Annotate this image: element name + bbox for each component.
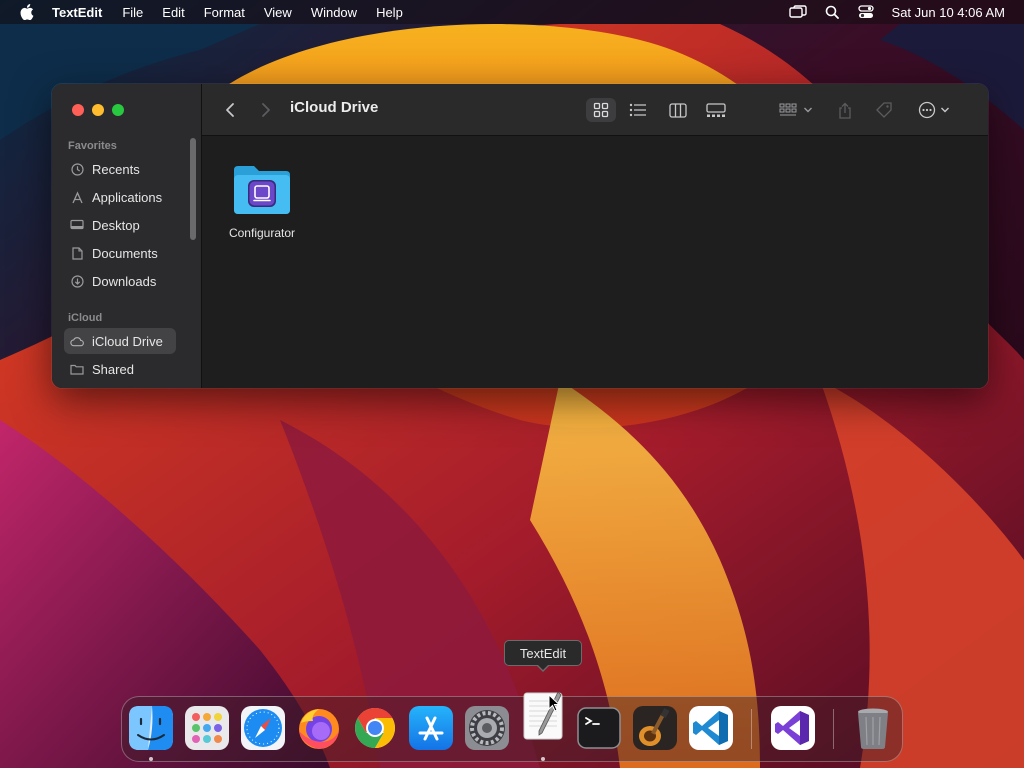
tooltip-arrow-fill	[537, 664, 549, 670]
file-label: Configurator	[228, 226, 296, 240]
dock-app-store-icon[interactable]	[408, 705, 454, 751]
window-title: iCloud Drive	[290, 99, 379, 116]
window-controls	[72, 104, 132, 116]
dock-firefox-icon[interactable]	[296, 705, 342, 751]
chevron-down-icon	[941, 107, 949, 113]
menu-window[interactable]: Window	[311, 5, 357, 20]
screen-mirroring-icon[interactable]	[788, 4, 808, 20]
close-window-button[interactable]	[72, 104, 84, 116]
back-button[interactable]	[220, 98, 240, 122]
menu-bar: TextEdit File Edit Format View Window He…	[0, 0, 1024, 24]
ellipsis-circle-icon	[918, 101, 936, 119]
dock-separator	[833, 709, 834, 749]
list-view-button[interactable]	[624, 98, 652, 122]
document-icon	[70, 246, 84, 260]
menu-format[interactable]: Format	[204, 5, 245, 20]
dock	[121, 691, 903, 762]
download-icon	[70, 274, 84, 288]
menu-view[interactable]: View	[264, 5, 292, 20]
sidebar-item-shared[interactable]: Shared	[64, 356, 176, 382]
dock-terminal-icon[interactable]	[576, 705, 622, 751]
cloud-icon	[70, 334, 84, 348]
forward-button[interactable]	[256, 98, 276, 122]
clock-icon	[70, 162, 84, 176]
shared-folder-icon	[70, 362, 84, 376]
menu-help[interactable]: Help	[376, 5, 403, 20]
dock-vscode-icon[interactable]	[688, 705, 734, 751]
dock-chrome-icon[interactable]	[352, 705, 398, 751]
sidebar-item-downloads[interactable]: Downloads	[64, 268, 176, 294]
finder-sidebar: Favorites Recents Applications Desktop D…	[52, 84, 202, 388]
running-indicator	[541, 757, 545, 761]
gallery-view-button[interactable]	[702, 98, 730, 122]
sidebar-item-documents[interactable]: Documents	[64, 240, 176, 266]
menu-file[interactable]: File	[122, 5, 143, 20]
control-center-icon[interactable]	[856, 4, 876, 20]
sidebar-item-icloud-drive[interactable]: iCloud Drive	[64, 328, 176, 354]
dock-visual-studio-icon[interactable]	[770, 705, 816, 751]
dock-system-settings-icon[interactable]	[464, 705, 510, 751]
mouse-cursor-icon	[548, 693, 561, 717]
sidebar-header-favorites: Favorites	[68, 140, 117, 152]
icon-view-button[interactable]	[586, 98, 616, 122]
menu-clock[interactable]: Sat Jun 10 4:06 AM	[892, 5, 1005, 20]
sidebar-item-recents[interactable]: Recents	[64, 156, 176, 182]
dock-garageband-icon[interactable]	[632, 705, 678, 751]
sidebar-item-label: Documents	[92, 245, 158, 261]
zoom-window-button[interactable]	[112, 104, 124, 116]
finder-toolbar: iCloud Drive	[202, 84, 988, 136]
dock-safari-icon[interactable]	[240, 705, 286, 751]
menu-app-name[interactable]: TextEdit	[52, 5, 102, 20]
spotlight-search-icon[interactable]	[822, 4, 842, 20]
column-view-button[interactable]	[664, 98, 692, 122]
sidebar-item-label: Shared	[92, 361, 134, 377]
dock-finder-icon[interactable]	[128, 705, 174, 751]
sidebar-item-label: Downloads	[92, 273, 157, 289]
dock-trash-icon[interactable]	[850, 705, 896, 751]
more-actions-button[interactable]	[914, 98, 954, 122]
finder-content-area[interactable]: Configurator	[202, 136, 988, 388]
sidebar-item-applications[interactable]: Applications	[64, 184, 176, 210]
finder-window: Favorites Recents Applications Desktop D…	[52, 84, 988, 388]
running-indicator	[149, 757, 153, 761]
share-button[interactable]	[834, 98, 856, 122]
sidebar-item-label: Recents	[92, 161, 140, 177]
desktop-icon	[70, 218, 84, 232]
dock-separator	[751, 709, 752, 749]
apple-menu-icon[interactable]	[18, 3, 36, 21]
sidebar-item-label: Applications	[92, 189, 163, 205]
file-item-configurator[interactable]: Configurator	[222, 164, 302, 240]
chevron-down-icon	[804, 107, 812, 113]
group-by-button[interactable]	[776, 98, 816, 122]
minimize-window-button[interactable]	[92, 104, 104, 116]
tag-button[interactable]	[872, 98, 896, 122]
sidebar-scrollbar[interactable]	[190, 138, 196, 240]
sidebar-item-label: Desktop	[92, 217, 140, 233]
dock-launchpad-icon[interactable]	[184, 705, 230, 751]
folder-icon	[234, 166, 290, 214]
dock-tooltip: TextEdit	[504, 640, 582, 666]
sidebar-item-desktop[interactable]: Desktop	[64, 212, 176, 238]
sidebar-item-label: iCloud Drive	[92, 333, 163, 349]
sidebar-header-icloud: iCloud	[68, 312, 103, 324]
menu-edit[interactable]: Edit	[162, 5, 184, 20]
applications-icon	[70, 190, 84, 204]
